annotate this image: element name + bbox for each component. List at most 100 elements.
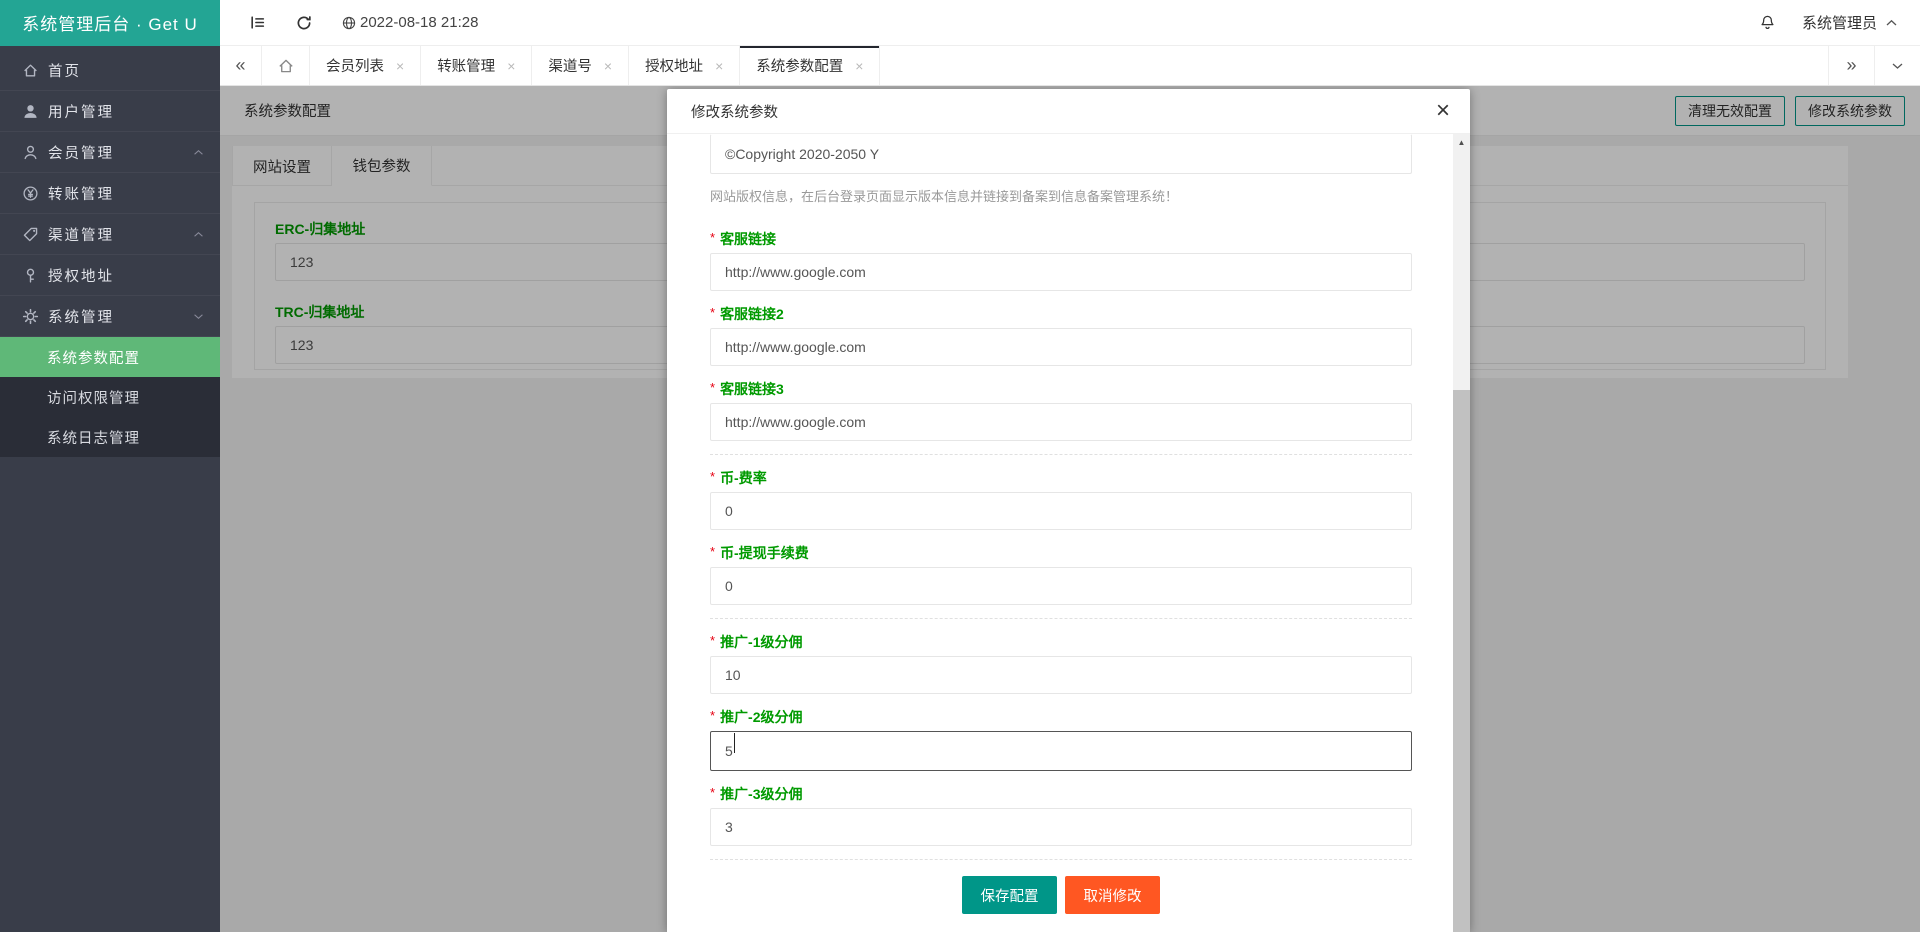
gear-icon bbox=[22, 308, 39, 325]
save-config-button[interactable]: 保存配置 bbox=[962, 876, 1057, 914]
tab-label: 渠道号 bbox=[548, 55, 592, 76]
form-field: * 客服链接 bbox=[710, 229, 1412, 291]
close-icon[interactable]: × bbox=[715, 58, 723, 74]
field-label: 客服链接2 bbox=[720, 304, 784, 320]
required-asterisk: * bbox=[710, 305, 715, 320]
yen-circle-icon bbox=[22, 185, 39, 202]
sidebar-item-label: 转账管理 bbox=[48, 183, 114, 204]
text-cursor bbox=[734, 733, 735, 753]
sidebar-item-home[interactable]: 首页 bbox=[0, 50, 220, 91]
field-label: 客服链接 bbox=[720, 229, 776, 245]
chevron-down-icon bbox=[1891, 62, 1904, 70]
sidebar-item-system-params[interactable]: 系统参数配置 bbox=[0, 337, 220, 377]
form-field: *推广-1级分佣 bbox=[710, 632, 1412, 694]
field-label: 币-提现手续费 bbox=[720, 543, 809, 559]
form-field: * 客服链接2 bbox=[710, 304, 1412, 366]
form-field: *推广-3级分佣 bbox=[710, 784, 1412, 846]
sidebar-item-label: 渠道管理 bbox=[48, 224, 114, 245]
tag-icon bbox=[22, 226, 39, 243]
service-link3-input[interactable] bbox=[710, 403, 1412, 441]
modal-scrollbar[interactable]: ▲ bbox=[1453, 134, 1470, 932]
tab-channel[interactable]: 渠道号 × bbox=[532, 46, 629, 85]
chevron-up-icon bbox=[193, 149, 204, 156]
scrollbar-thumb[interactable] bbox=[1453, 390, 1470, 932]
tabs-menu-button[interactable] bbox=[1874, 46, 1920, 85]
bell-icon[interactable] bbox=[1759, 14, 1776, 32]
field-label: 推广-1级分佣 bbox=[720, 632, 802, 648]
form-field: *客服链接3 bbox=[710, 379, 1412, 441]
cancel-edit-button[interactable]: 取消修改 bbox=[1065, 876, 1160, 914]
globe-icon bbox=[341, 15, 357, 31]
tabbar: « 会员列表 × 转账管理 × 渠道号 × 授权地址 × 系统参数配置 × » bbox=[220, 46, 1920, 86]
close-icon[interactable]: × bbox=[604, 58, 612, 74]
sidebar-item-channels[interactable]: 渠道管理 bbox=[0, 214, 220, 255]
close-icon[interactable]: × bbox=[855, 58, 863, 74]
coin-rate-input[interactable] bbox=[710, 492, 1412, 530]
copyright-input[interactable] bbox=[710, 134, 1412, 174]
divider bbox=[710, 454, 1412, 455]
member-icon bbox=[22, 144, 39, 161]
required-asterisk: * bbox=[710, 230, 715, 245]
tab-auth-address[interactable]: 授权地址 × bbox=[629, 46, 740, 85]
copyright-help-text: 网站版权信息，在后台登录页面显示版本信息并链接到备案到信息备案管理系统！ bbox=[710, 186, 1412, 205]
promo-level2-commission-input[interactable] bbox=[710, 731, 1412, 771]
tab-home[interactable] bbox=[262, 46, 310, 85]
double-chevron-left-icon: « bbox=[235, 55, 245, 76]
brand-title: 系统管理后台 · Get U bbox=[22, 10, 198, 35]
tabs-scroll-left-button[interactable]: « bbox=[220, 46, 262, 85]
sidebar-item-label: 会员管理 bbox=[48, 142, 114, 163]
user-name: 系统管理员 bbox=[1802, 12, 1877, 33]
promo-level1-commission-input[interactable] bbox=[710, 656, 1412, 694]
menu-fold-icon[interactable] bbox=[248, 14, 267, 31]
scroll-up-arrow-icon[interactable]: ▲ bbox=[1453, 134, 1470, 151]
close-icon[interactable]: × bbox=[396, 58, 404, 74]
sidebar-submenu-system: 系统参数配置 访问权限管理 系统日志管理 bbox=[0, 337, 220, 457]
edit-system-params-modal: 修改系统参数 × 网站版权信息，在后台登录页面显示版本信息并链接到备案到信息备案… bbox=[667, 89, 1470, 932]
sidebar-item-users[interactable]: 用户管理 bbox=[0, 91, 220, 132]
sidebar-item-label: 授权地址 bbox=[48, 265, 114, 286]
form-field: * 推广-2级分佣 bbox=[710, 707, 1412, 771]
modal-title: 修改系统参数 bbox=[691, 101, 778, 122]
sidebar-item-label: 系统管理 bbox=[48, 306, 114, 327]
home-icon bbox=[277, 57, 295, 75]
key-icon bbox=[22, 267, 39, 284]
form-field: *币-费率 bbox=[710, 468, 1412, 530]
modal-buttons: 保存配置 取消修改 bbox=[710, 876, 1412, 914]
sidebar-item-label: 首页 bbox=[48, 60, 81, 81]
tab-transfer[interactable]: 转账管理 × bbox=[421, 46, 532, 85]
withdraw-fee-input[interactable] bbox=[710, 567, 1412, 605]
sidebar-item-system-logs[interactable]: 系统日志管理 bbox=[0, 417, 220, 457]
sidebar-subitem-label: 访问权限管理 bbox=[47, 387, 140, 408]
sidebar-subitem-label: 系统参数配置 bbox=[47, 347, 140, 368]
sidebar-subitem-label: 系统日志管理 bbox=[47, 427, 140, 448]
sidebar-item-access-rights[interactable]: 访问权限管理 bbox=[0, 377, 220, 417]
double-chevron-right-icon: » bbox=[1846, 55, 1856, 76]
tab-label: 授权地址 bbox=[645, 55, 703, 76]
home-icon bbox=[22, 62, 39, 79]
datetime-text: 2022-08-18 21:28 bbox=[360, 14, 478, 31]
sidebar-item-members[interactable]: 会员管理 bbox=[0, 132, 220, 173]
required-asterisk: * bbox=[710, 380, 715, 395]
required-asterisk: * bbox=[710, 544, 715, 559]
field-label: 推广-2级分佣 bbox=[720, 707, 802, 723]
brand-logo: 系统管理后台 · Get U bbox=[0, 0, 220, 46]
sidebar-item-system[interactable]: 系统管理 bbox=[0, 296, 220, 337]
tab-member-list[interactable]: 会员列表 × bbox=[310, 46, 421, 85]
required-asterisk: * bbox=[710, 708, 715, 723]
tabs-scroll-right-button[interactable]: » bbox=[1828, 46, 1874, 85]
tab-system-params[interactable]: 系统参数配置 × bbox=[740, 46, 880, 85]
user-menu[interactable]: 系统管理员 bbox=[1802, 12, 1898, 33]
sidebar-item-auth-address[interactable]: 授权地址 bbox=[0, 255, 220, 296]
promo-level3-commission-input[interactable] bbox=[710, 808, 1412, 846]
sidebar: 首页 用户管理 会员管理 转账管理 渠道管理 授权地址 系统管理 系统参数配置 … bbox=[0, 46, 220, 932]
service-link-input[interactable] bbox=[710, 253, 1412, 291]
tab-label: 系统参数配置 bbox=[756, 55, 843, 76]
modal-header: 修改系统参数 × bbox=[667, 89, 1470, 134]
close-icon[interactable]: × bbox=[1436, 99, 1450, 123]
refresh-icon[interactable] bbox=[295, 14, 313, 32]
service-link2-input[interactable] bbox=[710, 328, 1412, 366]
close-icon[interactable]: × bbox=[507, 58, 515, 74]
sidebar-item-transfer[interactable]: 转账管理 bbox=[0, 173, 220, 214]
user-icon bbox=[22, 103, 39, 120]
chevron-down-icon bbox=[193, 313, 204, 320]
